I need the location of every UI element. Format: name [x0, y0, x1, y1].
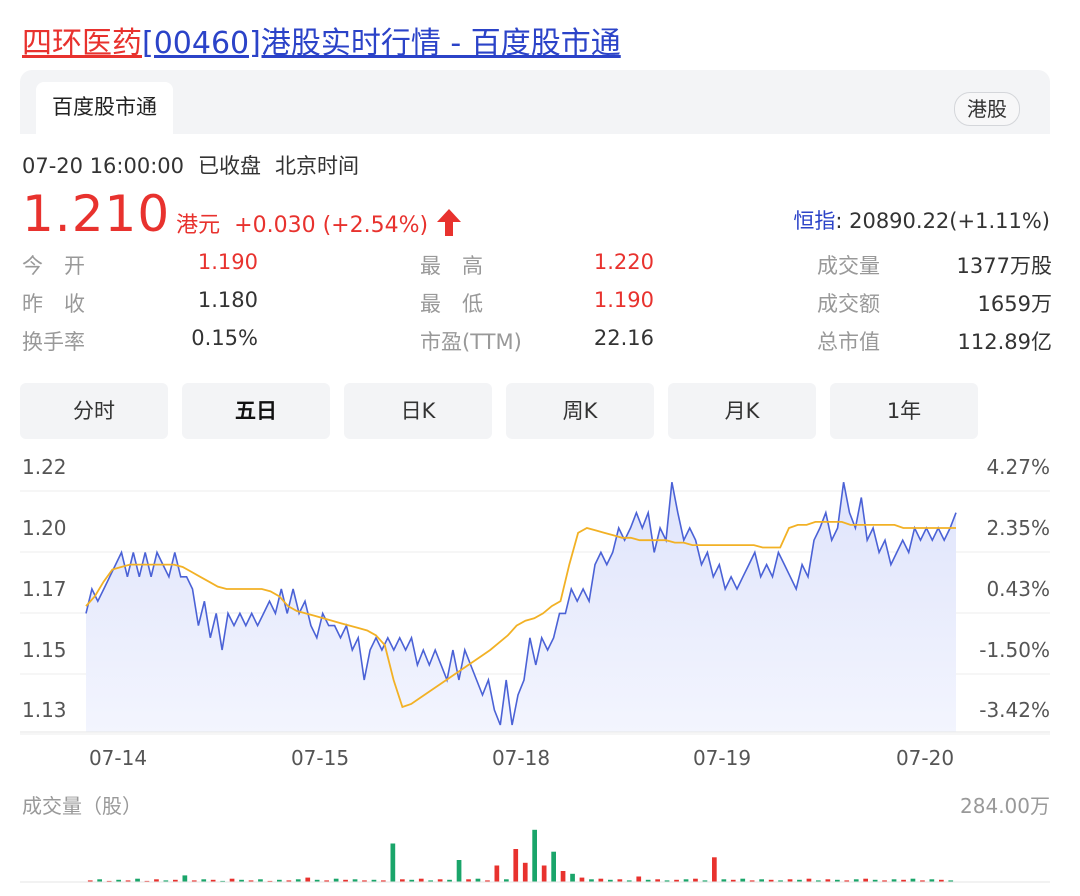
- y-tick-label: 1.15: [22, 638, 67, 662]
- x-tick-label: 07-19: [693, 746, 751, 770]
- quote-datetime: 07-20 16:00:00: [22, 154, 185, 178]
- price-change: +0.030 (+2.54%): [234, 213, 429, 238]
- volume-bar: [305, 877, 311, 882]
- stat-label: 最 低: [420, 292, 483, 316]
- volume-bar: [579, 877, 585, 882]
- pct-tick-label: -1.50%: [979, 638, 1050, 662]
- source-tabbar: 百度股市通 港股: [20, 70, 1050, 134]
- volume-chart: [20, 829, 1050, 883]
- x-tick-label: 07-14: [89, 746, 147, 770]
- x-tick-label: 07-20: [896, 746, 954, 770]
- x-tick-label: 07-18: [492, 746, 550, 770]
- stat-value: 112.89亿: [957, 330, 1052, 354]
- pct-tick-label: -3.42%: [979, 698, 1050, 722]
- stat-label: 成交额: [817, 292, 880, 316]
- volume-label: 成交量（股）: [22, 794, 142, 818]
- volume-bar: [560, 871, 566, 882]
- stat-label: 换手率: [22, 330, 85, 354]
- volume-bar: [541, 865, 547, 882]
- stat-value: 1659万: [977, 292, 1052, 316]
- period-tab[interactable]: 周K: [506, 383, 654, 439]
- volume-bar: [636, 876, 642, 882]
- last-price: 1.210: [22, 185, 171, 243]
- page-title[interactable]: 四环医药[00460]港股实时行情 - 百度股市通: [22, 18, 621, 62]
- period-tab[interactable]: 五日: [182, 383, 330, 439]
- market-state: 已收盘: [198, 154, 262, 178]
- stat-label: 市盈(TTM): [420, 330, 522, 354]
- currency: 港元: [176, 213, 221, 238]
- volume-max: 284.00万: [960, 794, 1050, 818]
- stat-value: 1377万股: [956, 254, 1052, 278]
- stat-label: 昨 收: [22, 292, 85, 316]
- price-row: 1.210 港元 +0.030 (+2.54%): [22, 186, 464, 242]
- y-tick-label: 1.22: [22, 455, 67, 479]
- volume-bar: [551, 851, 556, 882]
- volume-bar: [390, 843, 396, 882]
- stat-label: 成交量: [817, 254, 880, 278]
- stat-value: 1.220: [593, 250, 654, 274]
- y-tick-label: 1.13: [22, 698, 67, 722]
- quote-status: 07-20 16:00:00 已收盘 北京时间: [22, 150, 373, 180]
- stat-label: 总市值: [817, 330, 880, 354]
- title-stock-name[interactable]: 四环医药: [22, 26, 142, 61]
- volume-bar: [532, 829, 537, 883]
- tab-baidu-gushitong[interactable]: 百度股市通: [36, 82, 173, 134]
- arrow-up-icon: [434, 206, 464, 238]
- stat-label: 今 开: [22, 254, 85, 278]
- stat-value: 1.180: [197, 288, 258, 312]
- period-tab[interactable]: 分时: [20, 383, 168, 439]
- volume-bar: [456, 860, 462, 882]
- volume-bar: [570, 873, 575, 883]
- stat-label: 最 高: [420, 254, 483, 278]
- stat-value: 0.15%: [191, 326, 258, 350]
- y-tick-label: 1.17: [22, 577, 67, 601]
- pct-tick-label: 2.35%: [986, 516, 1050, 540]
- pct-tick-label: 0.43%: [986, 577, 1050, 601]
- index-label[interactable]: 恒指: [793, 209, 835, 233]
- volume-bar: [513, 849, 519, 882]
- stat-value: 22.16: [593, 326, 654, 350]
- period-tab[interactable]: 1年: [830, 383, 978, 439]
- timezone: 北京时间: [275, 154, 360, 178]
- hang-seng-index[interactable]: 恒指: 20890.22(+1.11%): [793, 205, 1050, 235]
- pct-tick-label: 4.27%: [986, 455, 1050, 479]
- volume-bar: [182, 875, 188, 882]
- title-rest[interactable]: [00460]港股实时行情 - 百度股市通: [142, 26, 621, 61]
- period-tab[interactable]: 日K: [344, 383, 492, 439]
- index-value: : 20890.22(+1.11%): [835, 209, 1050, 233]
- market-tag: 港股: [954, 92, 1020, 126]
- period-tab[interactable]: 月K: [668, 383, 816, 439]
- intraday-chart: 1.22 1.20 1.17 1.15 1.13 4.27% 2.35% 0.43% -1.50…: [20, 455, 1050, 770]
- volume-bar: [522, 862, 528, 883]
- stat-value: 1.190: [197, 250, 258, 274]
- stat-value: 1.190: [593, 288, 654, 312]
- x-tick-label: 07-15: [291, 746, 349, 770]
- volume-bar: [712, 857, 717, 883]
- price-area: [86, 482, 956, 732]
- volume-bar: [494, 865, 500, 882]
- y-tick-label: 1.20: [22, 516, 67, 540]
- stats-grid: 今 开 1.190 最 高 1.220 成交量 1377万股昨 收 1.180 最 低 1.19…: [22, 250, 1052, 362]
